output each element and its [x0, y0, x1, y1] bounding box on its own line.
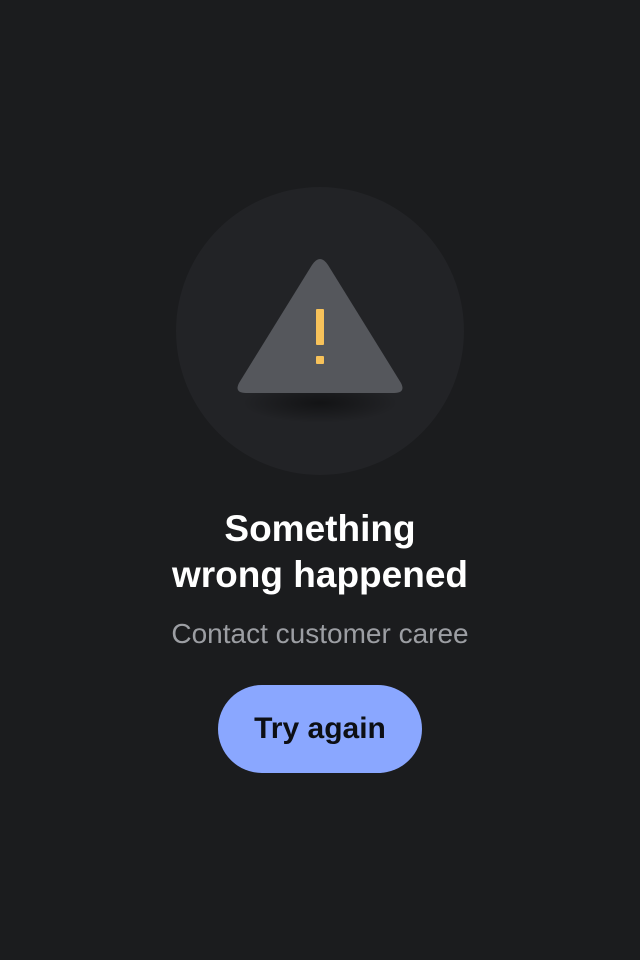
error-subtitle: Contact customer caree: [171, 618, 469, 649]
error-title-line-2: wrong happened: [172, 554, 468, 595]
error-screen: Something wrong happened Contact custome…: [0, 0, 640, 960]
error-title-line-1: Something: [224, 508, 416, 549]
try-again-button[interactable]: Try again: [218, 685, 422, 773]
error-title: Something wrong happened: [0, 506, 640, 598]
icon-circle: [176, 187, 464, 475]
warning-icon: [237, 259, 403, 423]
